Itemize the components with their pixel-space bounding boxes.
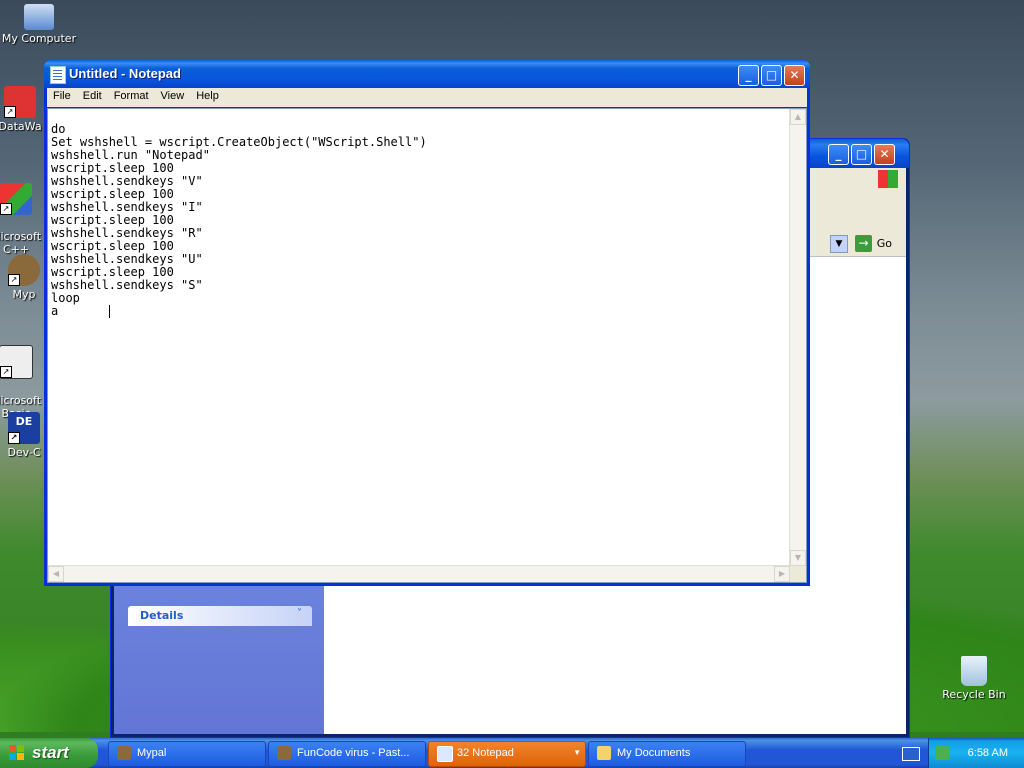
shortcut-arrow-icon: ↗ [8,274,20,286]
desktop-icon-recycle-bin[interactable]: Recycle Bin [936,656,1012,701]
visual-cpp-icon: ↗ [0,183,32,215]
start-label: start [32,743,69,762]
chevron-down-icon[interactable]: ˅ [297,608,302,619]
shortcut-arrow-icon: ↗ [0,203,12,215]
recycle-bin-icon [961,656,987,686]
desktop-icon-label: My Computer [1,32,77,45]
vertical-scrollbar[interactable]: ▲ ▼ [789,109,806,566]
shortcut-arrow-icon: ↗ [8,432,20,444]
desktop-icon-label: Recycle Bin [942,688,1006,701]
menu-edit[interactable]: Edit [77,88,108,102]
details-panel-header[interactable]: Details ˅ [128,606,312,626]
windows-logo-icon [878,170,898,188]
chevron-down-icon: ▼ [573,748,581,757]
address-dropdown-button[interactable]: ▼ [830,235,848,253]
menu-help[interactable]: Help [190,88,225,102]
desktop-icon-my-computer[interactable]: My Computer [1,4,77,45]
task-label: Mypal [137,747,167,759]
minimize-button[interactable]: _ [738,65,759,86]
keyboard-icon[interactable] [902,747,920,761]
menu-format[interactable]: Format [108,88,155,102]
taskbar-item-funcode[interactable]: FunCode virus - Past... [268,741,426,767]
horizontal-scrollbar[interactable]: ◀ ▶ [48,565,790,582]
editor-content[interactable]: do Set wshshell = wscript.CreateObject("… [51,122,427,318]
mypal-icon [117,746,131,760]
scroll-up-button[interactable]: ▲ [790,109,806,125]
desktop-icon-label: Microsoft C++ [0,230,42,256]
notepad-window[interactable]: Untitled - Notepad _ □ ✕ File Edit Format V… [44,60,810,586]
menu-bar: File Edit Format View Help [47,88,807,107]
notepad-titlebar[interactable]: Untitled - Notepad _ □ ✕ [44,60,810,88]
clock[interactable]: 6:58 AM [968,747,1008,759]
taskbar: start Mypal FunCode virus - Past... 32 N… [0,738,1024,768]
minimize-button[interactable]: _ [828,144,849,165]
go-arrow-icon[interactable]: → [855,235,872,252]
task-label: My Documents [617,747,691,759]
mypal-icon [277,746,291,760]
start-button[interactable]: start [0,738,98,768]
visual-basic-icon: ↗ [0,345,33,379]
resize-grip[interactable] [790,566,806,582]
taskbar-item-mypal[interactable]: Mypal [108,741,266,767]
notepad-icon [437,746,453,762]
menu-view[interactable]: View [155,88,191,102]
devcpp-icon: DE ↗ [8,412,40,444]
shortcut-arrow-icon: ↗ [4,106,16,118]
notepad-icon [50,66,66,84]
datawa-icon: ↗ [4,86,36,118]
mypal-icon: ↗ [8,254,40,286]
windows-flag-icon [9,745,25,761]
editor-text[interactable]: do Set wshshell = wscript.CreateObject("… [51,123,427,318]
taskbar-item-my-documents[interactable]: My Documents [588,741,746,767]
window-title: Untitled - Notepad [69,66,181,81]
maximize-button[interactable]: □ [761,65,782,86]
menu-file[interactable]: File [47,88,77,102]
shortcut-arrow-icon: ↗ [0,366,12,378]
maximize-button[interactable]: □ [851,144,872,165]
text-caret [108,305,110,318]
folder-icon [597,746,611,760]
computer-icon [24,4,54,30]
close-button[interactable]: ✕ [874,144,895,165]
system-tray: 6:58 AM [928,738,1024,768]
task-label: FunCode virus - Past... [297,747,410,759]
go-button-label[interactable]: Go [877,237,892,250]
details-label: Details [140,609,184,622]
scroll-left-button[interactable]: ◀ [48,566,64,582]
close-button[interactable]: ✕ [784,65,805,86]
task-label: 32 Notepad [457,747,514,759]
network-icon[interactable] [935,746,949,760]
text-editor-area[interactable]: do Set wshshell = wscript.CreateObject("… [47,108,807,583]
desktop-icon-datawa[interactable]: ↗ DataWa [0,86,50,133]
desktop-icon-label: DataWa [0,120,42,133]
scroll-down-button[interactable]: ▼ [790,550,806,566]
scroll-right-button[interactable]: ▶ [774,566,790,582]
taskbar-item-notepad[interactable]: 32 Notepad ▼ [428,741,586,767]
